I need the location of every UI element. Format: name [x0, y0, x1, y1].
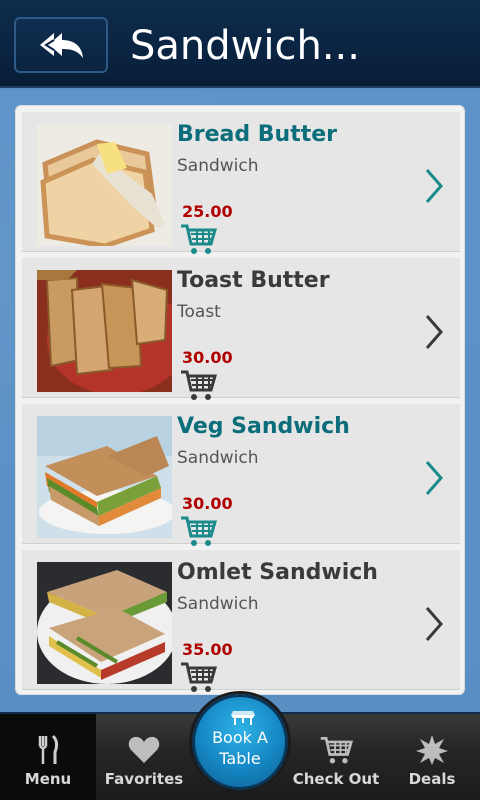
item-name: Veg Sandwich	[177, 414, 350, 439]
list-item-toast-butter[interactable]: Toast Butter Toast 30.00	[22, 258, 460, 400]
double-back-arrow-icon	[40, 33, 83, 58]
heart-icon	[128, 736, 160, 763]
nav-favorites[interactable]: Favorites	[96, 714, 192, 800]
chevron-right-icon	[425, 607, 443, 641]
list-item-omlet-sandwich[interactable]: Omlet Sandwich Sandwich 35.00	[22, 550, 460, 692]
list-item-veg-sandwich[interactable]: Veg Sandwich Sandwich 30.00	[22, 404, 460, 546]
menu-list: Bread Butter Sandwich 25.00 Toast Butter…	[15, 105, 465, 695]
item-price: 35.00	[182, 640, 233, 659]
page-title: Sandwich...	[130, 23, 360, 69]
item-name: Bread Butter	[177, 122, 338, 147]
toast-butter-photo	[37, 270, 172, 392]
item-price: 30.00	[182, 348, 233, 367]
item-category: Sandwich	[177, 594, 259, 614]
cart-icon[interactable]	[179, 660, 217, 694]
item-name: Toast Butter	[177, 268, 330, 293]
nav-deals[interactable]: Deals	[384, 714, 480, 800]
chevron-right-icon	[425, 461, 443, 495]
chevron-right-icon	[425, 315, 443, 349]
book-table-label: Book A Table	[212, 727, 268, 769]
item-category: Toast	[177, 302, 221, 322]
nav-checkout-label: Check Out	[292, 770, 380, 788]
nav-menu[interactable]: Menu	[0, 714, 96, 800]
cart-icon[interactable]	[179, 514, 217, 548]
cart-icon	[320, 737, 353, 764]
book-table-line2: Table	[219, 749, 261, 768]
nav-deals-label: Deals	[408, 770, 456, 788]
item-category: Sandwich	[177, 156, 259, 176]
header-bar: Sandwich...	[0, 0, 480, 88]
book-table-line1: Book A	[212, 728, 268, 747]
table-icon	[231, 711, 255, 725]
omlet-sandwich-photo	[37, 562, 172, 684]
starburst-icon	[416, 735, 448, 765]
nav-checkout[interactable]: Check Out	[288, 714, 384, 800]
veg-sandwich-photo	[37, 416, 172, 538]
list-item-bread-butter[interactable]: Bread Butter Sandwich 25.00	[22, 112, 460, 254]
cart-icon[interactable]	[179, 222, 217, 256]
chevron-right-icon	[425, 169, 443, 203]
item-price: 30.00	[182, 494, 233, 513]
item-category: Sandwich	[177, 448, 259, 468]
bread-butter-photo	[37, 124, 172, 246]
item-name: Omlet Sandwich	[177, 560, 378, 585]
fork-knife-icon	[38, 734, 59, 764]
nav-favorites-label: Favorites	[104, 770, 184, 788]
nav-menu-label: Menu	[24, 770, 72, 788]
cart-icon[interactable]	[179, 368, 217, 402]
book-table-button[interactable]: Book A Table	[192, 694, 288, 790]
back-button[interactable]	[14, 17, 108, 73]
item-price: 25.00	[182, 202, 233, 221]
